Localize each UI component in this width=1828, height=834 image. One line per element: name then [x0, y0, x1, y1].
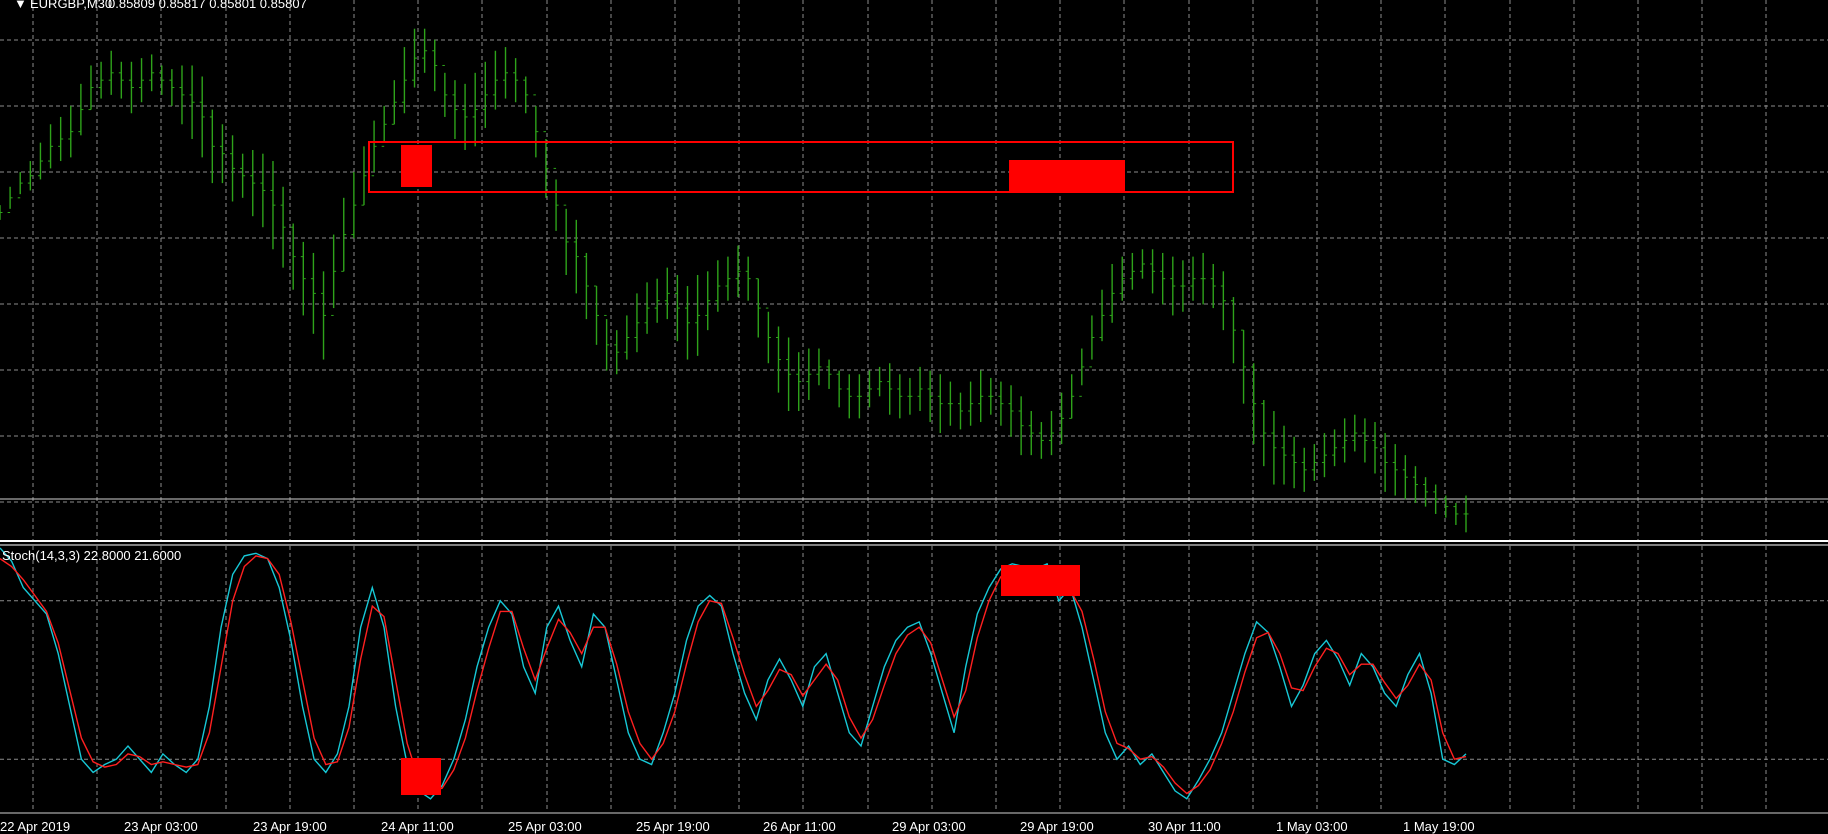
time-tick-label: 23 Apr 19:00: [253, 819, 327, 834]
stoch-oversold-block: [401, 758, 441, 795]
stoch-line-signal: [0, 555, 1467, 795]
chart-grid: [0, 0, 1828, 814]
time-tick-label: 24 Apr 11:00: [381, 819, 454, 834]
stochastic-label: Stoch(14,3,3) 22.8000 21.6000: [2, 548, 181, 563]
time-tick-label: 26 Apr 11:00: [763, 819, 836, 834]
time-tick-label: 23 Apr 03:00: [124, 819, 198, 834]
time-tick-label: 22 Apr 2019: [0, 819, 70, 834]
time-tick-label: 30 Apr 11:00: [1148, 819, 1221, 834]
highlight-block: [401, 145, 432, 187]
price-chart[interactable]: 22 Apr 2019 23 Apr 03:00 23 Apr 19:00 24 Ap…: [0, 0, 1828, 834]
time-axis: 22 Apr 2019 23 Apr 03:00 23 Apr 19:00 24 Ap…: [0, 819, 1475, 834]
price-bars: [0, 28, 1469, 533]
highlight-zones: [368, 141, 1234, 795]
highlight-block: [1009, 160, 1125, 193]
symbol-label: EURGBP,M30: [30, 0, 112, 11]
stochastic-lines: [0, 547, 1467, 800]
time-tick-label: 1 May 03:00: [1276, 819, 1348, 834]
ohlc-values: 0.85809 0.85817 0.85801 0.85807: [108, 0, 307, 11]
time-tick-label: 29 Apr 03:00: [892, 819, 966, 834]
time-tick-label: 29 Apr 19:00: [1020, 819, 1094, 834]
stoch-overbought-block: [1001, 565, 1080, 596]
time-tick-label: 25 Apr 19:00: [636, 819, 710, 834]
time-tick-label: 25 Apr 03:00: [508, 819, 582, 834]
symbol-indicator-arrow-icon: ▼: [14, 0, 27, 11]
time-tick-label: 1 May 19:00: [1403, 819, 1475, 834]
